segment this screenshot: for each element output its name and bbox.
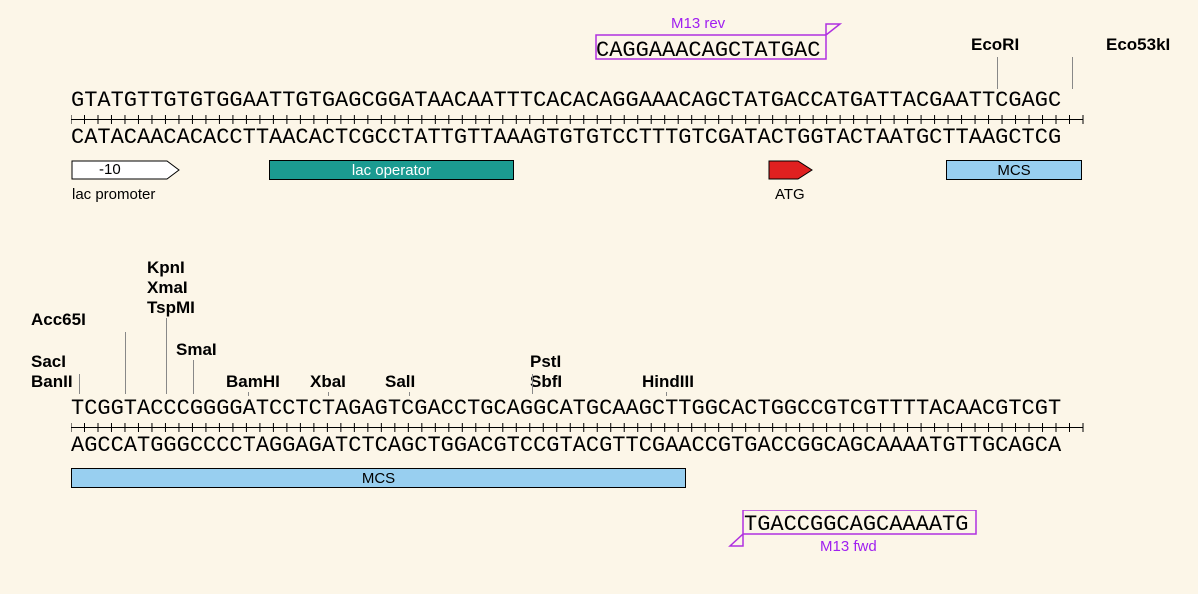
enzyme-tick-smai <box>193 360 194 394</box>
enzyme-smai: SmaI <box>176 340 217 360</box>
enzyme-bamhi: BamHI <box>226 372 280 392</box>
enzyme-tick-kpni <box>166 318 167 394</box>
enzyme-psti: PstI <box>530 352 561 372</box>
enzyme-tick-ecori <box>997 57 998 89</box>
enzyme-saci: SacI <box>31 352 66 372</box>
mcs-feature-row2: MCS <box>71 468 686 488</box>
enzyme-kpni: KpnI <box>147 258 185 278</box>
row1-bot-seq: CATACAACACACCTTAACACTCGCCTATTGTTAAAGTGTG… <box>71 127 1061 149</box>
enzyme-sali: SalI <box>385 372 415 392</box>
enzyme-xmai: XmaI <box>147 278 188 298</box>
lac-promoter-label: lac promoter <box>72 186 155 203</box>
row1-ruler <box>71 114 1091 125</box>
row2-bot-seq: AGCCATGGGCCCCTAGGAGATCTCAGCTGGACGTCCGTAC… <box>71 435 1061 457</box>
enzyme-hindiii: HindIII <box>642 372 694 392</box>
enzyme-acc65i: Acc65I <box>31 310 86 330</box>
row1-top-seq: GTATGTTGTGTGGAATTGTGAGCGGATAACAATTTCACAC… <box>71 90 1061 112</box>
row2-top-seq: TCGGTACCCGGGGATCCTCTAGAGTCGACCTGCAGGCATG… <box>71 398 1061 420</box>
enzyme-tspmi: TspMI <box>147 298 195 318</box>
enzyme-sbfi: SbfI <box>530 372 562 392</box>
lac-promoter-text: -10 <box>99 161 121 178</box>
enzyme-eco53ki: Eco53kI <box>1106 35 1170 55</box>
mcs-feature-row1: MCS <box>946 160 1082 180</box>
lac-promoter-arrow <box>71 160 181 182</box>
row2-ruler <box>71 422 1091 433</box>
m13-fwd-label: M13 fwd <box>820 538 877 555</box>
m13-rev-outline <box>592 18 852 62</box>
atg-label: ATG <box>775 186 805 203</box>
lac-operator-feature: lac operator <box>269 160 514 180</box>
enzyme-banii: BanII <box>31 372 73 392</box>
atg-arrow <box>768 160 814 180</box>
enzyme-tick-a <box>79 374 80 394</box>
enzyme-xbai: XbaI <box>310 372 346 392</box>
enzyme-ecori: EcoRI <box>971 35 1019 55</box>
enzyme-tick-acc65i <box>125 332 126 394</box>
enzyme-tick-psti <box>532 374 533 394</box>
enzyme-tick-eco53ki <box>1072 57 1073 89</box>
